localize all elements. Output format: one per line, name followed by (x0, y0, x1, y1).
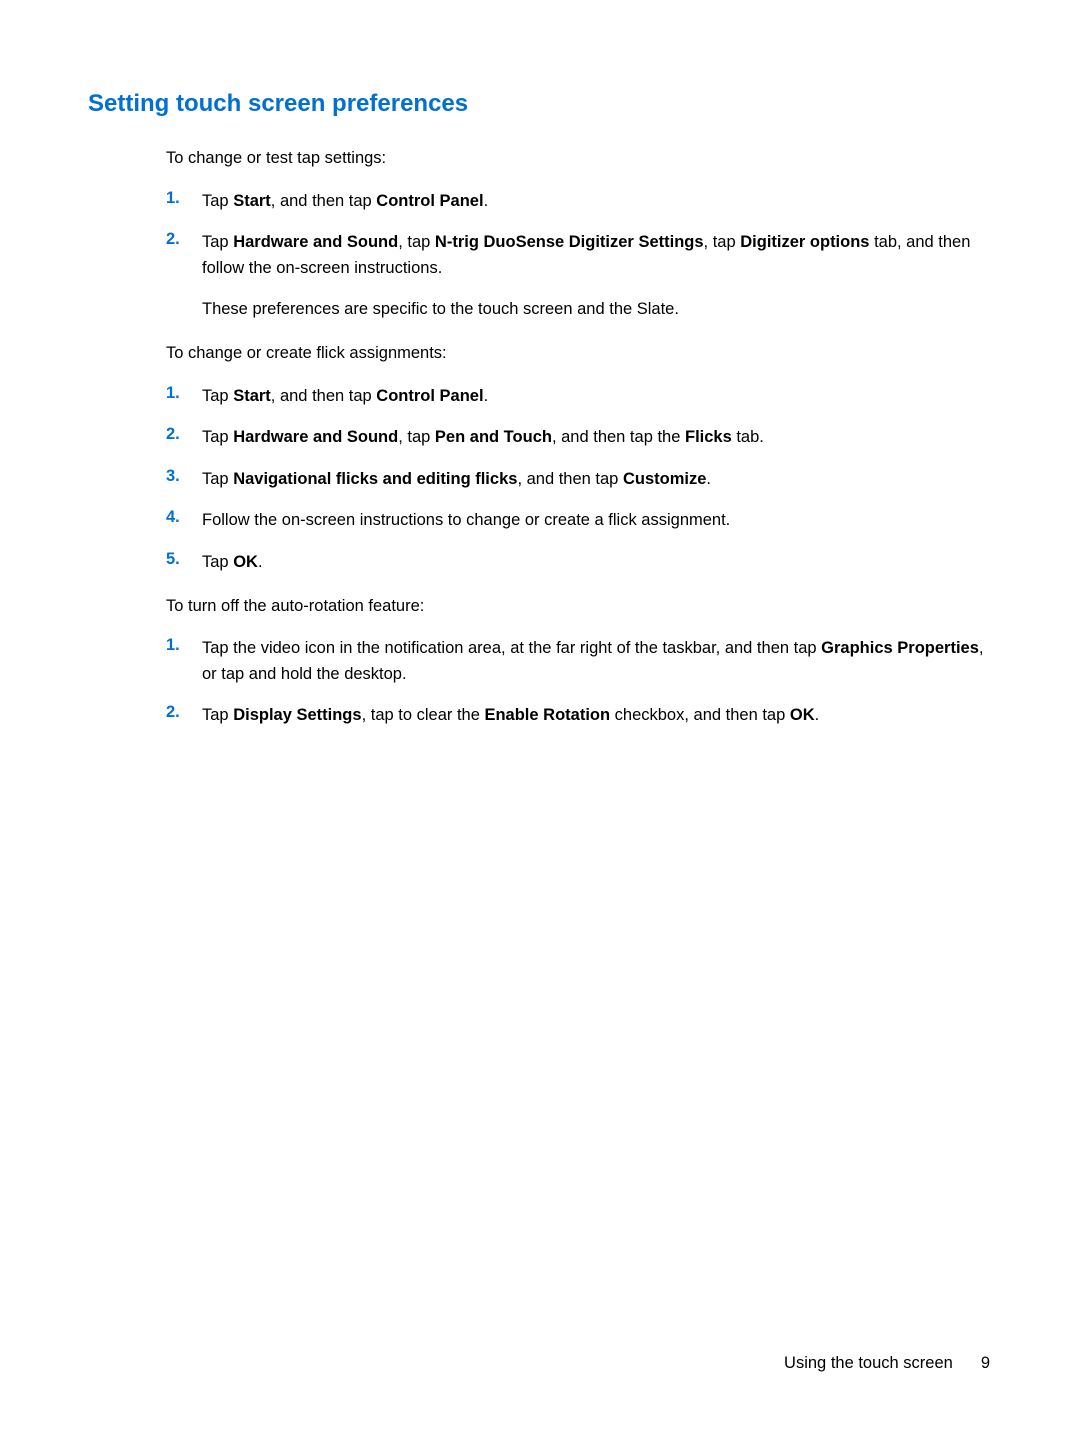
bold-text: Control Panel (376, 192, 483, 210)
bold-text: Graphics Properties (821, 639, 979, 657)
list-item: 4. Follow the on-screen instructions to … (166, 508, 992, 534)
text-span: , tap to clear the (362, 706, 485, 724)
list-item: 5. Tap OK. (166, 550, 992, 576)
bold-text: Flicks (685, 428, 732, 446)
bold-text: Customize (623, 470, 706, 488)
text-span: . (706, 470, 711, 488)
list-number: 2. (166, 230, 202, 323)
text-span: tab. (732, 428, 764, 446)
list-number: 2. (166, 425, 202, 451)
text-span: . (815, 706, 820, 724)
text-span: . (484, 192, 489, 210)
list-item: 1. Tap Start, and then tap Control Panel… (166, 189, 992, 215)
bold-text: Navigational flicks and editing flicks (233, 470, 517, 488)
list-item: 3. Tap Navigational flicks and editing f… (166, 467, 992, 493)
list-number: 3. (166, 467, 202, 493)
bold-text: Hardware and Sound (233, 428, 398, 446)
list-number: 2. (166, 703, 202, 729)
text-span: checkbox, and then tap (610, 706, 790, 724)
list-item: 1. Tap the video icon in the notificatio… (166, 636, 992, 687)
list-text: Tap the video icon in the notification a… (202, 636, 992, 687)
list-text: Tap Start, and then tap Control Panel. (202, 384, 992, 410)
list-number: 5. (166, 550, 202, 576)
text-span: . (484, 387, 489, 405)
list-text: Tap OK. (202, 550, 992, 576)
text-span: , and then tap the (552, 428, 685, 446)
text-span: , and then tap (271, 387, 377, 405)
text-span: Tap (202, 192, 233, 210)
text-span: Tap (202, 706, 233, 724)
list-item: 2. Tap Hardware and Sound, tap Pen and T… (166, 425, 992, 451)
page-content: Setting touch screen preferences To chan… (0, 0, 1080, 729)
section-heading: Setting touch screen preferences (88, 90, 992, 118)
text-span: . (258, 553, 263, 571)
footer-text: Using the touch screen (784, 1354, 953, 1372)
text-span: , tap (704, 233, 741, 251)
list-text: Tap Hardware and Sound, tap Pen and Touc… (202, 425, 992, 451)
bold-text: OK (790, 706, 815, 724)
ordered-list-1: 1. Tap Start, and then tap Control Panel… (166, 189, 992, 323)
bold-text: Pen and Touch (435, 428, 552, 446)
bold-text: Digitizer options (740, 233, 869, 251)
bold-text: Start (233, 192, 271, 210)
page-number: 9 (981, 1354, 990, 1372)
bold-text: Enable Rotation (484, 706, 610, 724)
list-item: 1. Tap Start, and then tap Control Panel… (166, 384, 992, 410)
ordered-list-2: 1. Tap Start, and then tap Control Panel… (166, 384, 992, 576)
bold-text: OK (233, 553, 258, 571)
ordered-list-3: 1. Tap the video icon in the notificatio… (166, 636, 992, 729)
list-number: 1. (166, 189, 202, 215)
bold-text: N-trig DuoSense Digitizer Settings (435, 233, 704, 251)
content-block: To change or test tap settings: 1. Tap S… (166, 146, 992, 729)
list-text: Follow the on-screen instructions to cha… (202, 508, 992, 534)
list-text: Tap Start, and then tap Control Panel. (202, 189, 992, 215)
intro-text-2: To change or create flick assignments: (166, 341, 992, 366)
bold-text: Hardware and Sound (233, 233, 398, 251)
bold-text: Start (233, 387, 271, 405)
bold-text: Display Settings (233, 706, 361, 724)
text-span: , and then tap (271, 192, 377, 210)
text-span: Tap (202, 428, 233, 446)
text-span: , tap (398, 428, 435, 446)
list-item: 2. Tap Display Settings, tap to clear th… (166, 703, 992, 729)
bold-text: Control Panel (376, 387, 483, 405)
text-span: , tap (398, 233, 435, 251)
page-footer: Using the touch screen 9 (784, 1354, 990, 1373)
text-span: Follow the on-screen instructions to cha… (202, 511, 730, 529)
text-span: Tap (202, 470, 233, 488)
list-text: Tap Display Settings, tap to clear the E… (202, 703, 992, 729)
list-number: 4. (166, 508, 202, 534)
list-number: 1. (166, 384, 202, 410)
text-span: Tap the video icon in the notification a… (202, 639, 821, 657)
text-span: Tap (202, 233, 233, 251)
intro-text-3: To turn off the auto-rotation feature: (166, 594, 992, 619)
note-text: These preferences are specific to the to… (202, 297, 992, 323)
text-span: Tap (202, 553, 233, 571)
list-text: Tap Hardware and Sound, tap N-trig DuoSe… (202, 230, 992, 323)
text-span: , and then tap (517, 470, 623, 488)
list-item: 2. Tap Hardware and Sound, tap N-trig Du… (166, 230, 992, 323)
text-span: Tap (202, 387, 233, 405)
list-number: 1. (166, 636, 202, 687)
intro-text-1: To change or test tap settings: (166, 146, 992, 171)
list-text: Tap Navigational flicks and editing flic… (202, 467, 992, 493)
